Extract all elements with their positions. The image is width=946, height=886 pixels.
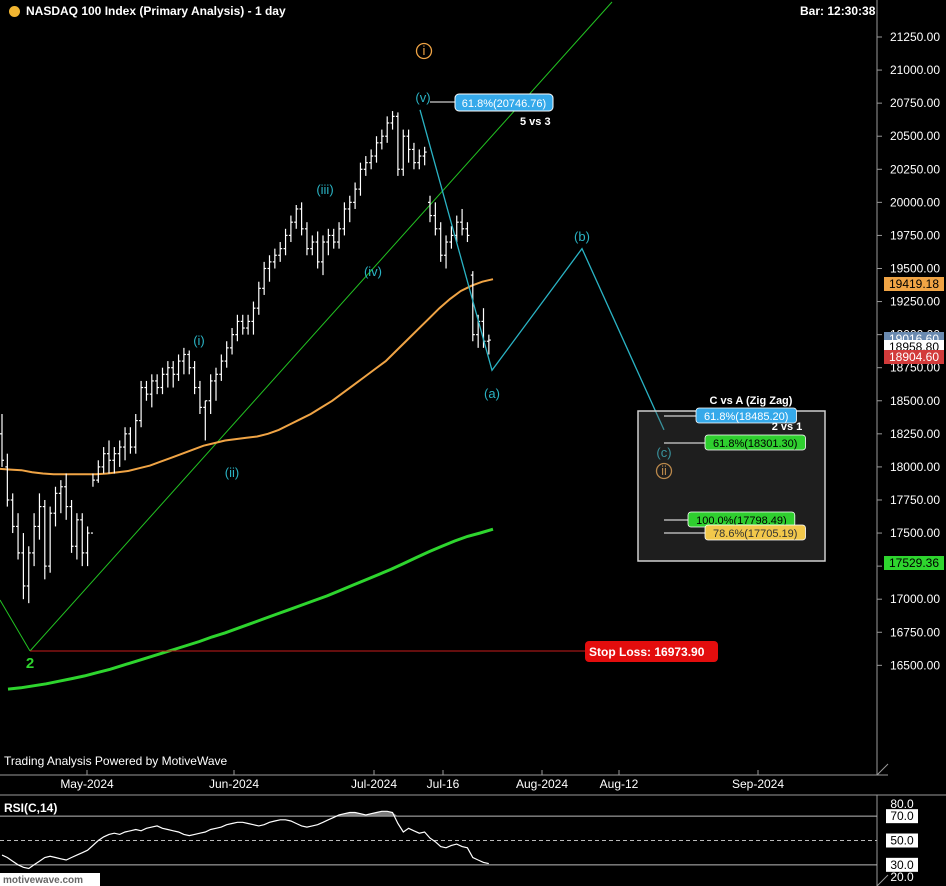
sma-orange-line [0,278,494,476]
x-tick-label: Jun-2024 [209,777,259,791]
stop-loss-label: Stop Loss: 16973.90 [589,645,705,659]
price-tag-label: 19419.18 [889,277,939,291]
y-tick-label: 17000.00 [890,592,940,606]
trend-line-left [0,599,31,652]
price-tag-label: 17529.36 [889,556,939,570]
wave-label: (iii) [316,182,333,197]
fib-top-label: 61.8%(20746.76) [462,98,546,110]
x-tick-label: May-2024 [60,777,114,791]
y-tick-label: 20000.00 [890,195,940,209]
y-tick-label: 19500.00 [890,261,940,275]
price-tag-label: 18904.60 [889,350,939,364]
fib-level-label: 78.6%(17705.19) [713,528,797,540]
rsi-axis-corner [876,874,889,886]
y-tick-label: 21000.00 [890,63,940,77]
y-tick-label: 21250.00 [890,30,940,44]
wave-label: i [423,43,426,58]
fib-level-label: 61.8%(18301.30) [713,438,797,450]
fib-box-note: 2 vs 1 [772,421,803,433]
wave-label: 2 [26,655,34,672]
y-tick-label: 20500.00 [890,129,940,143]
rsi-tick-label: 70.0 [890,809,914,823]
sma-green-line [7,527,494,691]
x-tick-label: Jul-2024 [351,777,397,791]
credit-text: Trading Analysis Powered by MotiveWave [4,754,228,768]
price-chart[interactable]: 21250.00 21000.00 20750.00 20500.00 20250.00… [0,0,946,886]
five-vs-three-note: 5 vs 3 [520,116,551,128]
fib-box-title: C vs A (Zig Zag) [710,395,793,407]
rsi-title: RSI(C,14) [4,801,57,815]
y-tick-label: 18500.00 [890,394,940,408]
x-tick-label: Aug-2024 [516,777,568,791]
y-tick-label: 16500.00 [890,658,940,672]
wave-label: (i) [193,333,205,348]
wave-projection-path [419,109,665,431]
y-tick-label: 18000.00 [890,460,940,474]
rsi-line [1,810,489,870]
axis-corner [876,763,889,776]
y-tick-label: 19250.00 [890,295,940,309]
rsi-tick-label: 50.0 [890,834,914,848]
y-tick-label: 19750.00 [890,228,940,242]
wave-label: (v) [415,90,430,105]
wave-label: (b) [574,229,590,244]
wave-label: (a) [484,386,500,401]
wave-label: (iv) [364,264,382,279]
y-tick-label: 17750.00 [890,493,940,507]
watermark: motivewave.com [3,875,83,886]
y-tick-label: 20250.00 [890,162,940,176]
wave-label: (ii) [225,465,239,480]
x-tick-label: Jul-16 [427,777,460,791]
x-tick-label: Sep-2024 [732,777,784,791]
x-tick-label: Aug-12 [600,777,639,791]
y-tick-label: 17500.00 [890,526,940,540]
y-tick-label: 20750.00 [890,96,940,110]
y-tick-label: 16750.00 [890,625,940,639]
rsi-tick-label: 20.0 [890,870,914,884]
y-tick-label: 18250.00 [890,427,940,441]
